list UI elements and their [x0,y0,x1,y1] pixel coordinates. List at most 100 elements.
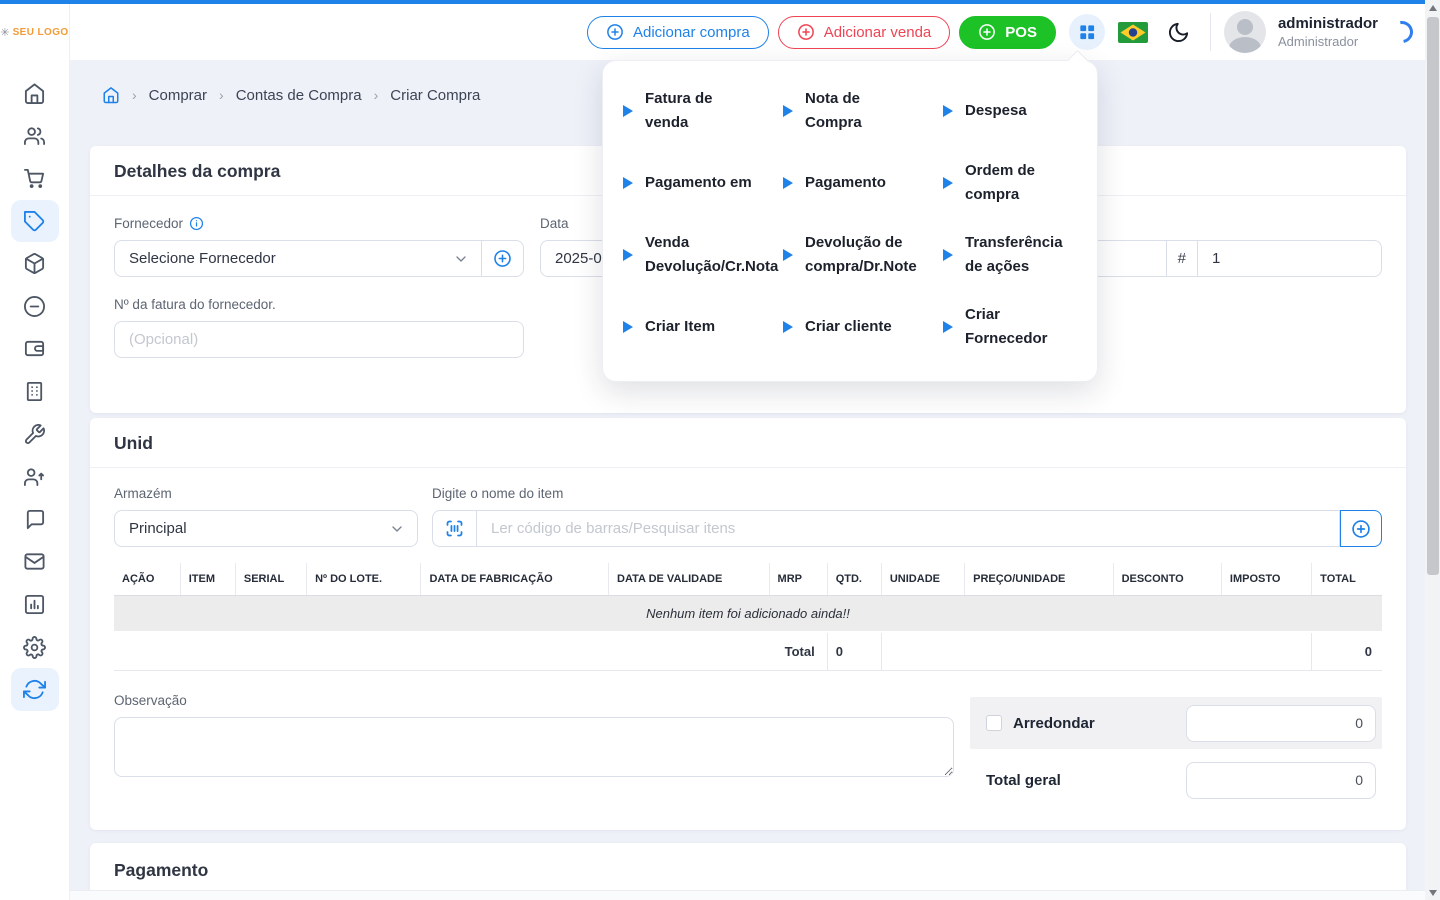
sidebar-item-cart[interactable] [11,157,59,200]
chevron-down-icon [389,521,405,537]
rounding-input[interactable] [1186,705,1376,742]
triangle-icon [943,249,953,261]
sidebar-item-tag[interactable] [11,200,59,243]
sidebar-item-users[interactable] [11,115,59,158]
col-qtd: QTD. [827,563,881,596]
bar-chart-icon [23,593,46,616]
grand-total-input[interactable] [1186,762,1376,799]
card-title: Unid [90,418,1406,468]
triangle-icon [943,177,953,189]
menu-item-criar-item[interactable]: Criar Item [623,303,783,351]
card-title: Pagamento [90,843,1406,890]
col-lote: Nº DO LOTE. [307,563,421,596]
total-label: Total [114,632,827,671]
supplier-invoice-input[interactable] [114,321,524,358]
note-textarea[interactable] [114,717,954,777]
totals-row: Total 0 0 [114,632,1382,671]
scroll-up-arrow[interactable] [1425,0,1440,15]
sidebar-item-reports[interactable] [11,583,59,626]
sidebar-item-mail[interactable] [11,541,59,584]
sidebar-item-tools[interactable] [11,413,59,456]
app-logo[interactable]: ✳ SEU LOGO [0,4,69,60]
horizontal-scrollbar[interactable] [70,890,1425,900]
grid-icon [1077,22,1097,42]
reference-prefix: # [1167,240,1197,277]
sidebar-item-people[interactable] [11,455,59,498]
chevron-down-icon [453,251,469,267]
minus-circle-icon [23,295,46,318]
sidebar-item-chat[interactable] [11,498,59,541]
user-menu[interactable]: administrador Administrador [1224,11,1378,53]
triangle-icon [783,105,793,117]
triangle-icon [783,249,793,261]
triangle-icon [943,105,953,117]
supplier-select[interactable]: Selecione Fornecedor [114,240,482,277]
rounding-checkbox[interactable] [986,715,1002,731]
sidebar-item-wallet[interactable] [11,328,59,371]
dark-mode-toggle[interactable] [1161,14,1197,50]
menu-item-fatura-de-venda[interactable]: Fatura de venda [623,87,783,135]
sidebar: ✳ SEU LOGO [0,4,70,900]
menu-item-despesa[interactable]: Despesa [943,87,1081,135]
header-divider [1210,13,1211,51]
menu-item-ordem-de-compra[interactable]: Ordem de compra [943,159,1081,207]
table-header-row: AÇÃO ITEM SERIAL Nº DO LOTE. DATA DE FAB… [114,563,1382,596]
breadcrumb-contas-de-compra[interactable]: Contas de Compra [236,87,362,104]
sidebar-item-home[interactable] [11,72,59,115]
wrench-icon [23,423,46,446]
empty-message: Nenhum item foi adicionado ainda!! [114,596,1382,633]
warehouse-select[interactable]: Principal [114,510,418,547]
menu-item-venda-devolucao[interactable]: Venda Devolução/Cr.Nota [623,231,783,279]
users-icon [23,124,46,147]
item-search-label: Digite o nome do item [432,486,1382,501]
menu-item-devolucao-de-compra[interactable]: Devolução de compra/Dr.Note [783,231,943,279]
add-purchase-button[interactable]: Adicionar compra [587,16,769,49]
sidebar-item-sync[interactable] [11,668,59,711]
loading-spinner [1387,17,1418,48]
tag-icon [23,210,46,233]
sidebar-item-package[interactable] [11,242,59,285]
gear-icon [23,636,46,659]
scroll-down-arrow[interactable] [1425,885,1440,900]
add-item-button[interactable] [1340,510,1382,547]
rounding-label: Arredondar [1013,715,1095,732]
triangle-icon [623,105,633,117]
sidebar-item-minus-circle[interactable] [11,285,59,328]
breadcrumb-criar-compra: Criar Compra [390,87,480,104]
sidebar-item-settings[interactable] [11,626,59,669]
triangle-icon [783,177,793,189]
add-supplier-button[interactable] [482,240,524,277]
info-icon[interactable] [189,216,204,231]
building-icon [23,380,46,403]
menu-item-criar-fornecedor[interactable]: Criar Fornecedor [943,303,1081,351]
menu-item-transferencia-de-acoes[interactable]: Transferência de ações [943,231,1081,279]
reference-number-input[interactable] [1197,240,1382,277]
menu-item-pagamento[interactable]: Pagamento [783,159,943,207]
language-flag-brazil[interactable] [1118,22,1148,43]
vertical-scrollbar[interactable] [1425,0,1440,900]
plus-circle-icon [797,23,815,41]
items-table: AÇÃO ITEM SERIAL Nº DO LOTE. DATA DE FAB… [114,563,1382,671]
pos-button[interactable]: POS [959,16,1056,49]
col-validade: DATA DE VALIDADE [609,563,770,596]
menu-item-pagamento-em[interactable]: Pagamento em [623,159,783,207]
sidebar-item-building[interactable] [11,370,59,413]
add-sale-button[interactable]: Adicionar venda [778,16,951,49]
col-serial: SERIAL [235,563,306,596]
plus-circle-icon [1351,519,1371,539]
item-search-input[interactable] [476,510,1340,547]
moon-icon [1167,21,1190,44]
col-total: TOTAL [1312,563,1382,596]
menu-item-nota-de-compra[interactable]: Nota de Compra [783,87,943,135]
home-icon[interactable] [102,86,120,104]
scrollbar-thumb[interactable] [1427,17,1439,575]
col-fabricacao: DATA DE FABRICAÇÃO [421,563,609,596]
items-card: Unid Armazém Principal Digi [90,418,1406,830]
app-header: Adicionar compra Adicionar venda POS adm… [70,4,1425,60]
menu-item-criar-cliente[interactable]: Criar cliente [783,303,943,351]
mail-icon [23,550,46,573]
col-mrp: MRP [769,563,827,596]
plus-circle-icon [606,23,624,41]
quick-menu-button[interactable] [1069,14,1105,50]
breadcrumb-comprar[interactable]: Comprar [149,87,207,104]
